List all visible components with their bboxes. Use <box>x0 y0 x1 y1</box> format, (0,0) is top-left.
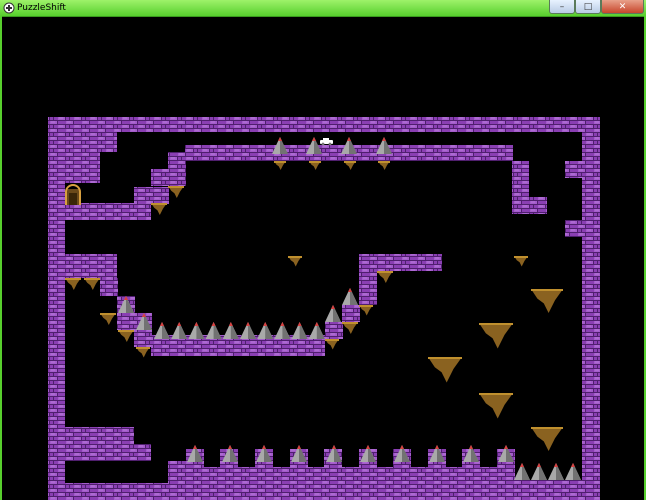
window-titlebar[interactable]: PuzzleShift – □ ✕ <box>0 0 646 17</box>
window-title: PuzzleShift <box>17 3 66 13</box>
brick-block <box>65 254 117 278</box>
brick-block <box>512 161 529 197</box>
floating-rock-icon <box>359 305 373 316</box>
spike-icon <box>514 463 530 480</box>
floating-rock-icon <box>342 322 358 334</box>
spike-icon <box>205 322 222 339</box>
spike-icon <box>154 322 170 339</box>
spike-icon <box>308 322 325 339</box>
brick-block <box>65 132 100 183</box>
brick-block <box>565 161 583 178</box>
maximize-button[interactable]: □ <box>575 0 601 14</box>
floating-rock-icon <box>84 278 100 290</box>
brick-block <box>168 461 186 483</box>
close-button[interactable]: ✕ <box>601 0 644 14</box>
floating-rock-icon <box>428 357 462 383</box>
brick-block <box>565 220 583 237</box>
floating-rock-icon <box>479 393 513 419</box>
game-controller-icon <box>3 2 15 14</box>
brick-block <box>100 278 118 296</box>
brick-block <box>325 322 343 339</box>
brick-block <box>512 197 547 214</box>
brick-block <box>48 117 65 483</box>
brick-block <box>359 271 377 305</box>
floating-rock-icon <box>479 323 513 349</box>
brick-block <box>514 480 582 483</box>
spike-icon <box>188 322 205 339</box>
brick-block <box>582 117 600 483</box>
spike-icon <box>548 463 564 480</box>
spike-icon <box>531 463 547 480</box>
floating-rock-icon <box>168 186 184 198</box>
floating-rock-icon <box>100 313 116 325</box>
floating-rock-icon <box>65 278 81 290</box>
spike-icon <box>291 322 308 339</box>
floating-rock-icon <box>118 330 134 342</box>
player-car-sprite[interactable] <box>320 138 333 146</box>
brick-block <box>48 483 600 500</box>
brick-block <box>134 330 152 347</box>
spike-icon <box>240 322 256 339</box>
floating-rock-icon <box>274 161 286 170</box>
brick-block <box>204 467 502 483</box>
brick-block <box>48 117 600 132</box>
spike-icon <box>222 322 239 339</box>
brick-block <box>151 169 186 186</box>
minimize-button[interactable]: – <box>549 0 575 14</box>
spike-icon <box>565 463 581 480</box>
floating-rock-icon <box>377 271 393 283</box>
game-canvas[interactable] <box>2 17 644 500</box>
floating-rock-icon <box>309 161 321 170</box>
floating-rock-icon <box>514 256 528 267</box>
spike-icon <box>274 322 291 339</box>
brick-block <box>342 305 360 322</box>
floating-rock-icon <box>531 427 563 451</box>
floating-rock-icon <box>344 161 356 170</box>
floating-rock-icon <box>325 339 339 350</box>
brick-block <box>65 444 151 461</box>
floating-rock-icon <box>288 256 302 267</box>
arched-door-icon[interactable] <box>65 184 81 205</box>
spike-icon <box>342 288 358 305</box>
floating-rock-icon <box>151 203 167 215</box>
spike-icon <box>171 322 188 339</box>
brick-block <box>359 254 442 271</box>
brick-block <box>65 203 151 220</box>
spike-icon <box>325 305 341 322</box>
spike-icon <box>257 322 274 339</box>
brick-block <box>134 187 169 204</box>
floating-rock-icon <box>136 347 150 358</box>
floating-rock-icon <box>531 289 563 313</box>
floating-rock-icon <box>378 161 390 170</box>
brick-block <box>65 427 134 444</box>
